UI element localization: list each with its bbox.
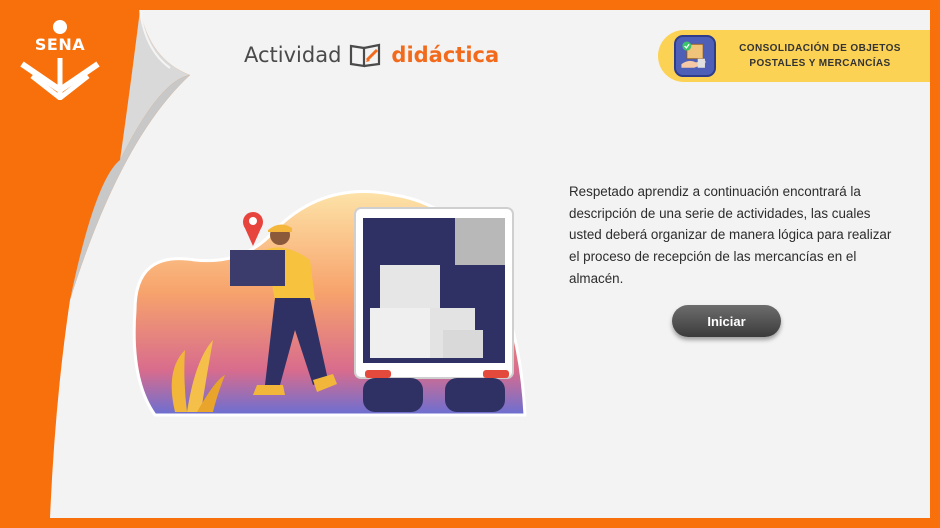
page-title: Actividad didáctica bbox=[244, 40, 499, 70]
delivery-illustration bbox=[132, 190, 527, 417]
course-badge: CONSOLIDACIÓN DE OBJETOS POSTALES Y MERC… bbox=[658, 30, 930, 82]
sena-logo-icon bbox=[20, 20, 100, 100]
location-pin-icon bbox=[243, 212, 263, 246]
title-part1: Actividad bbox=[244, 43, 342, 67]
badge-title: CONSOLIDACIÓN DE OBJETOS POSTALES Y MERC… bbox=[716, 41, 930, 71]
badge-line1: CONSOLIDACIÓN DE OBJETOS bbox=[739, 43, 901, 54]
activity-description: Respetado aprendiz a continuación encont… bbox=[569, 184, 892, 286]
start-button[interactable]: Iniciar bbox=[672, 305, 781, 337]
sena-logo-text: SENA bbox=[34, 35, 86, 54]
badge-line2: POSTALES Y MERCANCÍAS bbox=[749, 58, 891, 69]
book-pencil-icon bbox=[350, 43, 381, 68]
package-hand-icon bbox=[674, 35, 716, 77]
title-part2: didáctica bbox=[391, 43, 500, 67]
